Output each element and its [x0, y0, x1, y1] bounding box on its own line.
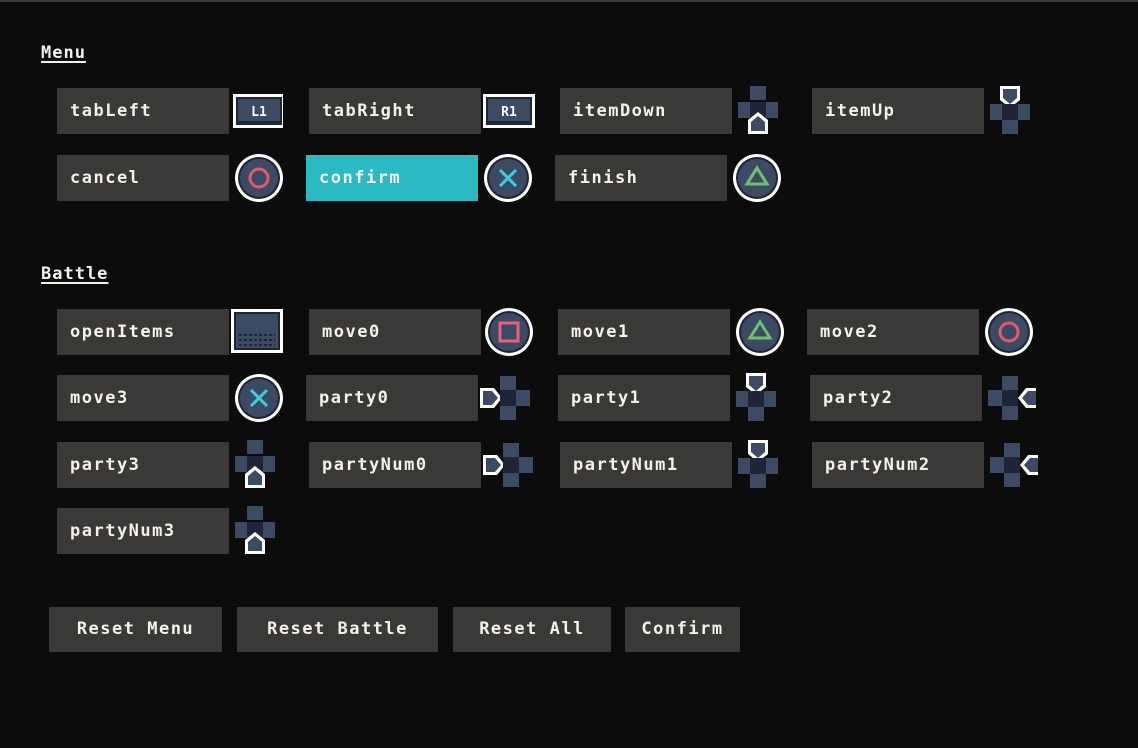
binding-label: finish	[555, 155, 727, 201]
binding-label: move2	[807, 309, 979, 355]
binding-label: party1	[558, 375, 730, 421]
dpad-down-icon	[231, 440, 283, 490]
dpad-left-icon	[483, 440, 535, 490]
l1-button-icon: L1	[231, 86, 283, 136]
dpad-down-icon	[734, 86, 786, 136]
binding-label: itemUp	[812, 88, 984, 134]
battle-section-title: Battle	[41, 264, 109, 284]
binding-label: partyNum0	[309, 442, 481, 488]
binding-label: party3	[57, 442, 229, 488]
reset-all-button[interactable]: Reset All	[453, 607, 611, 652]
dpad-up-icon	[986, 86, 1038, 136]
binding-label: tabRight	[309, 88, 481, 134]
binding-label: party2	[810, 375, 982, 421]
confirm-button[interactable]: Confirm	[625, 607, 740, 652]
dpad-down-icon	[231, 506, 283, 556]
cross-button-icon	[480, 153, 532, 203]
reset-battle-button[interactable]: Reset Battle	[237, 607, 438, 652]
circle-button-icon	[981, 307, 1033, 357]
binding-label: partyNum1	[560, 442, 732, 488]
dpad-right-icon	[984, 373, 1036, 423]
binding-label: partyNum2	[812, 442, 984, 488]
binding-label: confirm	[306, 155, 478, 201]
dpad-right-icon	[986, 440, 1038, 490]
reset-menu-button[interactable]: Reset Menu	[49, 607, 222, 652]
binding-label: party0	[306, 375, 478, 421]
triangle-button-icon	[729, 153, 781, 203]
triangle-button-icon	[732, 307, 784, 357]
cross-button-icon	[231, 373, 283, 423]
binding-label: cancel	[57, 155, 229, 201]
svg-text:L1: L1	[251, 105, 267, 120]
binding-label: move3	[57, 375, 229, 421]
dpad-up-icon	[734, 440, 786, 490]
binding-label: tabLeft	[57, 88, 229, 134]
binding-label: openItems	[57, 309, 229, 355]
binding-label: move1	[558, 309, 730, 355]
svg-text:R1: R1	[501, 105, 517, 120]
binding-label: move0	[309, 309, 481, 355]
binding-label: itemDown	[560, 88, 732, 134]
dpad-left-icon	[480, 373, 532, 423]
touchpad-icon	[231, 307, 283, 357]
r1-button-icon: R1	[483, 86, 535, 136]
square-button-icon	[483, 307, 535, 357]
binding-label: partyNum3	[57, 508, 229, 554]
dpad-up-icon	[732, 373, 784, 423]
menu-section-title: Menu	[41, 43, 86, 63]
circle-button-icon	[231, 153, 283, 203]
